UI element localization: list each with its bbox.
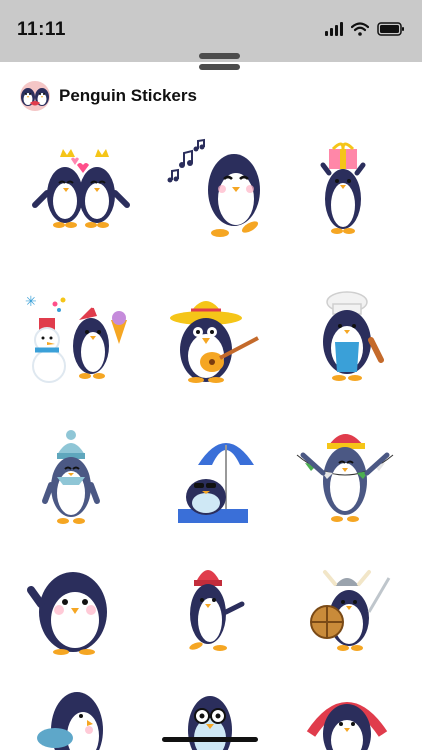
status-icons bbox=[325, 22, 405, 36]
app-header: Penguin Stickers bbox=[17, 80, 197, 112]
penguin-fish-sticker[interactable] bbox=[15, 690, 145, 755]
app-title: Penguin Stickers bbox=[59, 86, 197, 105]
penguin-snowman-sticker[interactable]: ✳ bbox=[15, 280, 145, 390]
penguin-gift-box-sticker[interactable] bbox=[277, 135, 407, 245]
penguin-beach-umbrella-sticker[interactable] bbox=[146, 425, 276, 535]
penguin-waving-sticker[interactable] bbox=[15, 560, 145, 670]
penguin-couple-icon bbox=[20, 81, 50, 111]
penguin-sombrero-guitar-sticker[interactable] bbox=[146, 280, 276, 390]
status-time: 11:11 bbox=[17, 19, 66, 40]
battery-icon bbox=[377, 22, 404, 36]
home-indicator[interactable] bbox=[162, 737, 258, 742]
penguin-couple-crowns-sticker[interactable] bbox=[15, 135, 145, 245]
penguin-red-beanie-sticker[interactable] bbox=[146, 560, 276, 670]
wifi-icon bbox=[351, 22, 369, 36]
penguin-winter-hat-sticker[interactable] bbox=[15, 425, 145, 535]
penguin-viking-sticker[interactable] bbox=[277, 560, 407, 670]
penguin-headphones-sticker[interactable] bbox=[277, 690, 407, 755]
cellular-signal-icon bbox=[325, 22, 343, 36]
sheet-grabber-bottom[interactable] bbox=[199, 64, 240, 70]
svg-text:✳: ✳ bbox=[25, 294, 37, 310]
penguin-chef-sticker[interactable] bbox=[277, 280, 407, 390]
penguin-santa-hat-garland-sticker[interactable] bbox=[277, 425, 407, 535]
sheet-grabber-top[interactable] bbox=[199, 53, 240, 59]
penguin-music-notes-sticker[interactable] bbox=[146, 135, 276, 245]
